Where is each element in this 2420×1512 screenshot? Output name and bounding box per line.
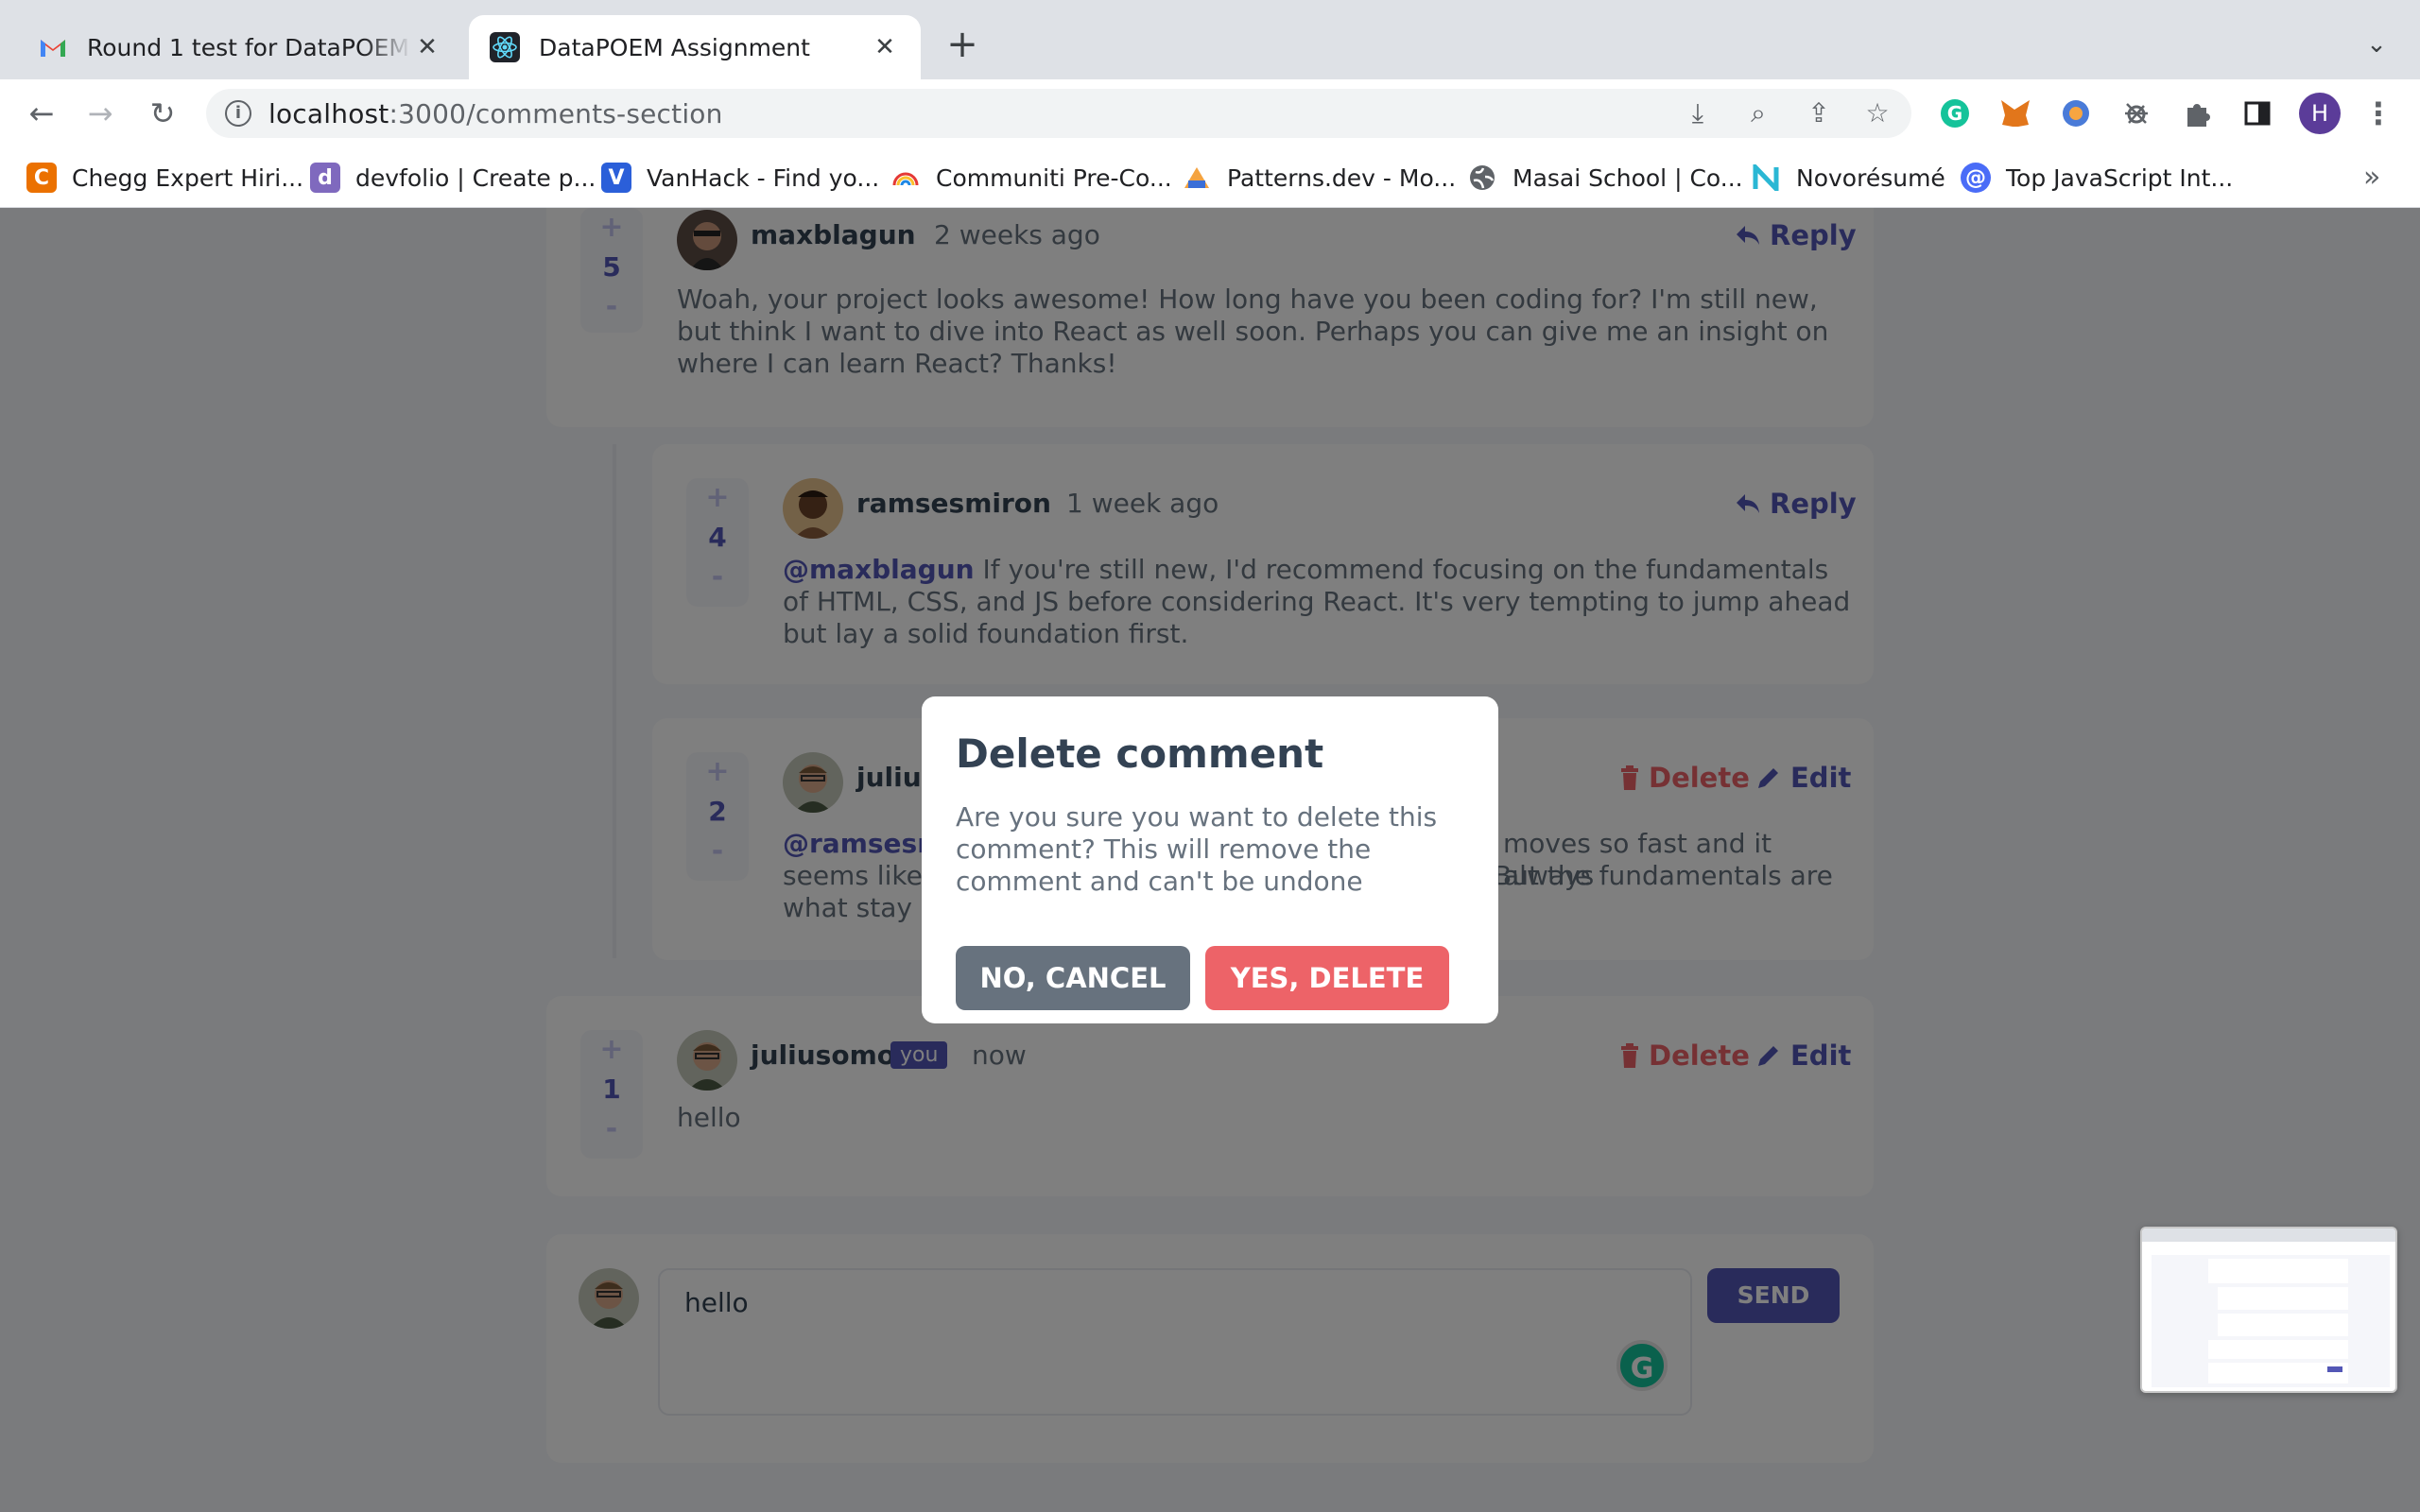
gmail-icon <box>38 32 68 62</box>
zoom-icon[interactable]: ⌕ <box>1743 98 1773 129</box>
bookmark-novoresume[interactable]: Novorésumé <box>1751 161 1945 195</box>
bookmark-label: Masai School | Co... <box>1512 163 1743 192</box>
profile-avatar[interactable]: H <box>2299 93 2341 134</box>
bookmark-javascript[interactable]: @ Top JavaScript Int... <box>1961 161 2233 195</box>
dialog-message: Are you sure you want to delete this com… <box>956 801 1438 897</box>
svg-text:G: G <box>1947 102 1962 125</box>
url-text[interactable]: localhost:3000/comments-section <box>268 98 723 129</box>
chegg-icon: C <box>26 163 57 193</box>
bookmarks-bar: C Chegg Expert Hiri... d devfolio | Create… <box>0 147 2420 208</box>
bookmark-devfolio[interactable]: d devfolio | Create p... <box>310 161 596 195</box>
at-icon: @ <box>1961 163 1991 193</box>
screenshot-thumbnail[interactable] <box>2140 1227 2397 1393</box>
extension-icon[interactable] <box>2059 96 2093 130</box>
bookmark-label: Novorésumé <box>1796 163 1945 192</box>
bookmark-label: Top JavaScript Int... <box>2006 163 2234 192</box>
side-panel-icon[interactable] <box>2240 96 2274 130</box>
bookmarks-overflow-icon[interactable]: » <box>2363 161 2380 194</box>
more-menu-icon[interactable]: ⋮ <box>2363 93 2394 134</box>
bookmark-star-icon[interactable]: ☆ <box>1862 98 1893 129</box>
vanhack-icon: V <box>601 163 631 193</box>
browser-toolbar: ← → ↻ i localhost:3000/comments-section … <box>0 79 2420 147</box>
browser-tab-strip: Round 1 test for DataPOEM - h ✕ DataPOEM… <box>0 0 2420 79</box>
rainbow-icon <box>890 163 921 193</box>
chevron-down-icon[interactable]: ⌄ <box>2358 30 2395 60</box>
dialog-title: Delete comment <box>956 730 1324 777</box>
new-tab-button[interactable]: + <box>943 26 981 64</box>
bookmark-label: Patterns.dev - Mo... <box>1227 163 1457 192</box>
metamask-extension-icon[interactable] <box>1998 96 2032 130</box>
extensions-puzzle-icon[interactable] <box>2180 96 2214 130</box>
share-icon[interactable]: ⇪ <box>1804 98 1834 129</box>
confirm-delete-button[interactable]: YES, DELETE <box>1205 946 1449 1010</box>
bookmark-label: Communiti Pre-Co... <box>936 163 1172 192</box>
globe-icon <box>1467 163 1497 193</box>
bookmark-label: devfolio | Create p... <box>355 163 596 192</box>
bookmark-masai[interactable]: Masai School | Co... <box>1467 161 1743 195</box>
close-icon[interactable]: ✕ <box>870 32 900 62</box>
reload-icon[interactable]: ↻ <box>144 94 182 132</box>
delete-comment-dialog: Delete comment Are you sure you want to … <box>922 696 1498 1023</box>
grammarly-extension-icon[interactable]: G <box>1938 96 1972 130</box>
bookmark-vanhack[interactable]: V VanHack - Find yo... <box>601 161 879 195</box>
url-host: localhost <box>268 98 389 129</box>
bookmark-patterns[interactable]: Patterns.dev - Mo... <box>1182 161 1456 195</box>
tab-gmail[interactable]: Round 1 test for DataPOEM - h ✕ <box>17 15 463 79</box>
bookmark-communiti[interactable]: Communiti Pre-Co... <box>890 161 1172 195</box>
info-icon[interactable]: i <box>225 100 251 127</box>
back-arrow-icon[interactable]: ← <box>23 94 60 132</box>
cancel-button[interactable]: NO, CANCEL <box>956 946 1190 1010</box>
tab-title: DataPOEM Assignment <box>539 33 810 61</box>
patterns-icon <box>1182 163 1212 193</box>
novoresume-icon <box>1751 163 1781 193</box>
url-path: :3000/comments-section <box>389 98 723 129</box>
close-icon[interactable]: ✕ <box>412 32 442 62</box>
forward-arrow-icon[interactable]: → <box>81 94 119 132</box>
bookmark-label: VanHack - Find yo... <box>647 163 880 192</box>
install-icon[interactable]: ⤓ <box>1683 98 1713 129</box>
bookmark-label: Chegg Expert Hiri... <box>72 163 304 192</box>
tab-datapoem[interactable]: DataPOEM Assignment ✕ <box>469 15 921 79</box>
devfolio-icon: d <box>310 163 340 193</box>
comments-page: + 5 - maxblagun 2 weeks ago Reply Woah, … <box>0 208 2420 1512</box>
tab-title: Round 1 test for DataPOEM - h <box>87 33 412 61</box>
react-icon <box>490 32 520 62</box>
bug-extension-icon[interactable] <box>2119 96 2153 130</box>
address-bar[interactable]: i localhost:3000/comments-section ⤓ ⌕ ⇪ … <box>206 89 1911 138</box>
bookmark-chegg[interactable]: C Chegg Expert Hiri... <box>26 161 303 195</box>
